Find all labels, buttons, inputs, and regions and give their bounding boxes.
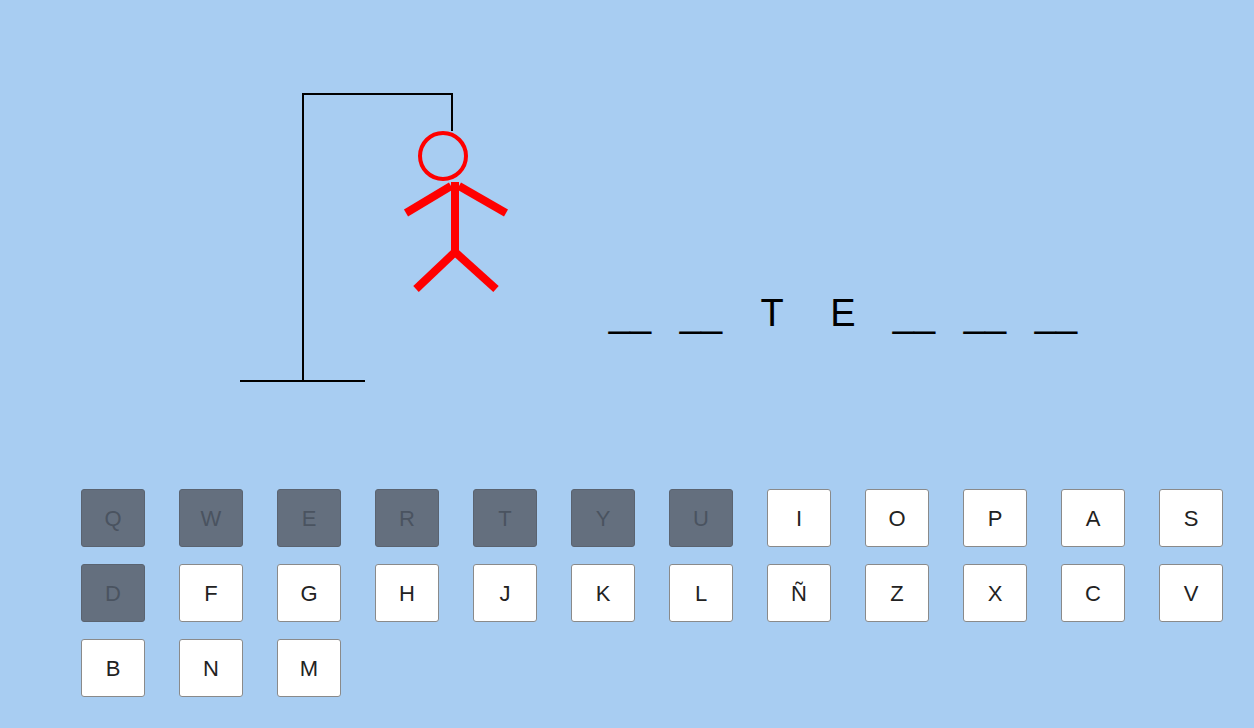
key-label: L: [695, 577, 707, 610]
letter-key[interactable]: V: [1159, 564, 1223, 622]
letter-key[interactable]: G: [277, 564, 341, 622]
key-label: J: [500, 577, 511, 610]
key-label: G: [300, 577, 317, 610]
letter-key[interactable]: R: [375, 489, 439, 547]
letter-slot: T: [750, 290, 794, 336]
letter-key[interactable]: M: [277, 639, 341, 697]
letter-key[interactable]: A: [1061, 489, 1125, 547]
letter-key[interactable]: N: [179, 639, 243, 697]
key-label: H: [399, 577, 415, 610]
letter-key[interactable]: Ñ: [767, 564, 831, 622]
key-label: F: [204, 577, 217, 610]
letter-key[interactable]: H: [375, 564, 439, 622]
letter-key[interactable]: X: [963, 564, 1027, 622]
right-leg-icon: [455, 252, 496, 289]
key-label: M: [300, 652, 318, 685]
letter-key[interactable]: U: [669, 489, 733, 547]
key-label: B: [106, 652, 121, 685]
right-arm-icon: [459, 186, 506, 213]
letter-slot: E: [821, 290, 865, 336]
key-label: I: [796, 502, 802, 535]
key-label: Z: [890, 577, 903, 610]
letter-key[interactable]: Q: [81, 489, 145, 547]
letter-key[interactable]: P: [963, 489, 1027, 547]
letter-slot: __: [1034, 290, 1078, 336]
gallows-icon: [230, 80, 530, 400]
key-label: N: [203, 652, 219, 685]
key-label: T: [498, 502, 511, 535]
letter-key[interactable]: B: [81, 639, 145, 697]
key-label: C: [1085, 577, 1101, 610]
key-label: A: [1086, 502, 1101, 535]
letter-key[interactable]: J: [473, 564, 537, 622]
key-label: E: [302, 502, 317, 535]
key-label: R: [399, 502, 415, 535]
left-arm-icon: [406, 186, 451, 213]
game-area: __ __ TE __ __ __: [0, 0, 1254, 489]
letter-key[interactable]: T: [473, 489, 537, 547]
letter-key[interactable]: O: [865, 489, 929, 547]
letter-key[interactable]: Y: [571, 489, 635, 547]
key-label: P: [988, 502, 1003, 535]
keyboard-row: QWERTYUIOPAS: [81, 489, 1254, 547]
keyboard-row: DFGHJKLÑZXCV: [81, 564, 1254, 622]
letter-slot: __: [608, 290, 652, 336]
key-label: V: [1184, 577, 1199, 610]
key-label: Y: [596, 502, 611, 535]
letter-key[interactable]: Z: [865, 564, 929, 622]
keyboard-row: BNM: [81, 639, 1254, 697]
key-label: O: [888, 502, 905, 535]
head-icon: [420, 133, 466, 179]
key-label: D: [105, 577, 121, 610]
key-label: S: [1184, 502, 1199, 535]
letter-slot: __: [679, 290, 723, 336]
letter-key[interactable]: L: [669, 564, 733, 622]
keyboard: Q W E R T Y U I O P A S D F G H J K L Ñ Z X C V B N M: [0, 489, 1254, 697]
word: __ __ TE __ __ __: [608, 286, 1078, 336]
body-icon: [451, 182, 459, 254]
letter-key[interactable]: W: [179, 489, 243, 547]
key-label: K: [596, 577, 611, 610]
left-leg-icon: [416, 252, 455, 289]
letter-key[interactable]: K: [571, 564, 635, 622]
key-label: W: [201, 502, 222, 535]
letter-key[interactable]: I: [767, 489, 831, 547]
letter-slot: __: [963, 290, 1007, 336]
letter-key[interactable]: C: [1061, 564, 1125, 622]
key-label: Ñ: [791, 577, 807, 610]
key-label: U: [693, 502, 709, 535]
key-label: X: [988, 577, 1003, 610]
letter-key[interactable]: D: [81, 564, 145, 622]
letter-key[interactable]: S: [1159, 489, 1223, 547]
letter-key[interactable]: F: [179, 564, 243, 622]
letter-slot: __: [892, 290, 936, 336]
letter-key[interactable]: E: [277, 489, 341, 547]
key-label: Q: [104, 502, 121, 535]
